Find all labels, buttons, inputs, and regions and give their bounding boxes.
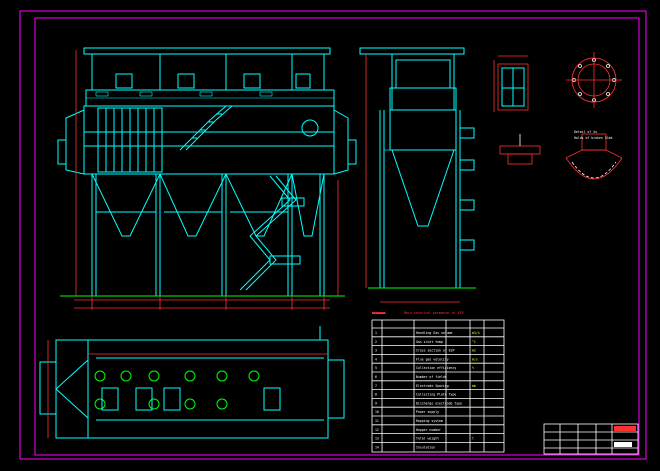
table-cell-name: Discharge electrode type (416, 401, 462, 405)
table-cell-no: 13 (375, 437, 379, 441)
table-cell-unit: mm (472, 384, 476, 388)
internal-stairs (179, 105, 233, 151)
table-cell-name: Gas inlet temp (416, 340, 443, 344)
plan-view (39, 326, 345, 439)
outlet-horn (333, 109, 349, 175)
table-cell-unit: m/s (472, 357, 478, 361)
detail-subtitle: Holds of broken Slab (574, 136, 612, 140)
cad-drawing: Detail of Xx Holds of broken Slab ■■■■■■… (19, 10, 647, 460)
table-cell-unit: m2 (472, 349, 476, 353)
parameter-table: ■■■■■■■ Main technical parameter of ESP … (371, 311, 505, 453)
side-elevation (359, 47, 476, 303)
table-cell-unit: t (472, 437, 474, 441)
detail-views: Detail of Xx Holds of broken Slab (493, 52, 623, 180)
outer-frame (19, 10, 647, 460)
table-cell-name: Number of fields (416, 375, 447, 379)
table-cell-no: 8 (375, 393, 377, 397)
table-cell-no: 12 (375, 428, 379, 432)
table-cell-name: Rapping system (416, 419, 443, 423)
table-cell-unit: % (472, 366, 474, 370)
table-cell-no: 11 (375, 419, 379, 423)
external-stair (239, 175, 305, 291)
table-cell-no: 4 (375, 357, 377, 361)
table-cell-name: Insulation (416, 445, 435, 449)
table-cell-name: Handling Gas volume (416, 331, 453, 335)
table-cell-no: 6 (375, 375, 377, 379)
insulator-circles (94, 370, 260, 410)
table-cell-no: 1 (375, 331, 377, 335)
table-cell-name: Cross section of ESP (416, 349, 454, 353)
table-cell-name: Collection efficiency (416, 366, 456, 370)
manhole (301, 119, 319, 137)
cad-drawing-canvas: Detail of Xx Holds of broken Slab ■■■■■■… (0, 0, 660, 471)
inlet-horn (65, 109, 85, 175)
table-cell-name: Flue gas velocity (416, 357, 449, 361)
detail-title: Detail of Xx (574, 130, 597, 134)
table-cell-unit: °C (472, 340, 476, 344)
table-cell-unit: m3/h (472, 331, 480, 335)
table-cell-no: 14 (375, 445, 379, 449)
params-table-title: Main technical parameter of ESP (404, 311, 464, 315)
table-cell-name: Power supply (416, 410, 439, 414)
front-elevation (57, 47, 357, 310)
table-cell-name: Collecting Plate Type (416, 393, 456, 397)
table-cell-no: 9 (375, 401, 377, 405)
collecting-plates (97, 107, 163, 173)
table-cell-no: 2 (375, 340, 377, 344)
roof-beam (83, 47, 331, 55)
table-cell-name: Electrode Spacing (416, 384, 449, 388)
hoppers (91, 173, 325, 237)
table-cell-no: 5 (375, 366, 377, 370)
table-cell-no: 3 (375, 349, 377, 353)
title-block (543, 423, 639, 455)
table-cell-no: 7 (375, 384, 377, 388)
table-cell-name: Hopper number (416, 428, 441, 432)
table-title-cn: ■■■■■■■ (372, 311, 386, 315)
table-cell-no: 10 (375, 410, 379, 414)
table-cell-name: Total weight (416, 437, 439, 441)
